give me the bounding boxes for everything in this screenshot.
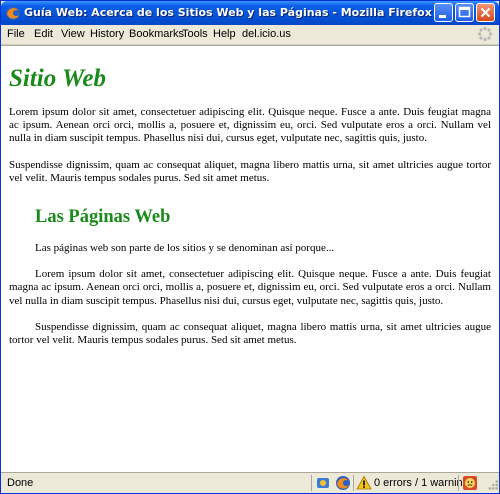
resize-grip-icon[interactable]: [483, 477, 499, 493]
minimize-icon: [439, 15, 446, 18]
error-count[interactable]: 0 errors / 1 warning: [374, 477, 469, 489]
browser-window: Guía Web: Acerca de los Sitios Web y las…: [0, 0, 500, 494]
menu-bar: File Edit View History Bookmarks Tools H…: [1, 25, 499, 45]
page-heading: Sitio Web: [9, 65, 107, 92]
smiley-icon[interactable]: [462, 475, 478, 491]
minimize-button[interactable]: [434, 3, 453, 22]
status-divider: [311, 475, 312, 491]
section-paragraph: Lorem ipsum dolor sit amet, consectetuer…: [9, 268, 491, 307]
close-button[interactable]: [476, 3, 495, 22]
throbber-icon: [477, 26, 493, 42]
section-header-block: Las Páginas Web Las páginas web son part…: [9, 206, 491, 255]
page-content[interactable]: Sitio Web Lorem ipsum dolor sit amet, co…: [1, 45, 499, 474]
section-intro: Las páginas web son parte de los sitios …: [35, 242, 335, 255]
close-icon: [480, 7, 491, 18]
maximize-icon: [458, 6, 471, 18]
section-paragraph: Suspendisse dignissim, quam ac consequat…: [9, 320, 491, 347]
section-heading: Las Páginas Web: [35, 207, 171, 228]
firefox-status-icon[interactable]: [335, 475, 351, 491]
warning-icon[interactable]: [356, 475, 372, 491]
menu-view[interactable]: View: [61, 28, 85, 40]
body-paragraph: Suspendisse dignissim, quam ac consequat…: [9, 158, 491, 184]
status-divider: [458, 475, 459, 491]
menu-edit[interactable]: Edit: [34, 28, 53, 40]
body-paragraph: Lorem ipsum dolor sit amet, consectetuer…: [9, 106, 491, 145]
menu-file[interactable]: File: [7, 28, 25, 40]
menu-bookmarks[interactable]: Bookmarks: [129, 28, 184, 40]
status-bar: Done 0 errors / 1 warning: [1, 472, 499, 493]
title-bar[interactable]: Guía Web: Acerca de los Sitios Web y las…: [1, 1, 499, 25]
firefox-icon: [6, 6, 20, 20]
menu-history[interactable]: History: [90, 28, 124, 40]
status-divider: [353, 475, 354, 491]
maximize-button[interactable]: [455, 3, 474, 22]
menu-delicious[interactable]: del.icio.us: [242, 28, 291, 40]
menu-help[interactable]: Help: [213, 28, 236, 40]
menu-tools[interactable]: Tools: [182, 28, 208, 40]
addon-icon[interactable]: [315, 475, 331, 491]
window-title: Guía Web: Acerca de los Sitios Web y las…: [24, 6, 432, 19]
status-text: Done: [7, 477, 34, 489]
